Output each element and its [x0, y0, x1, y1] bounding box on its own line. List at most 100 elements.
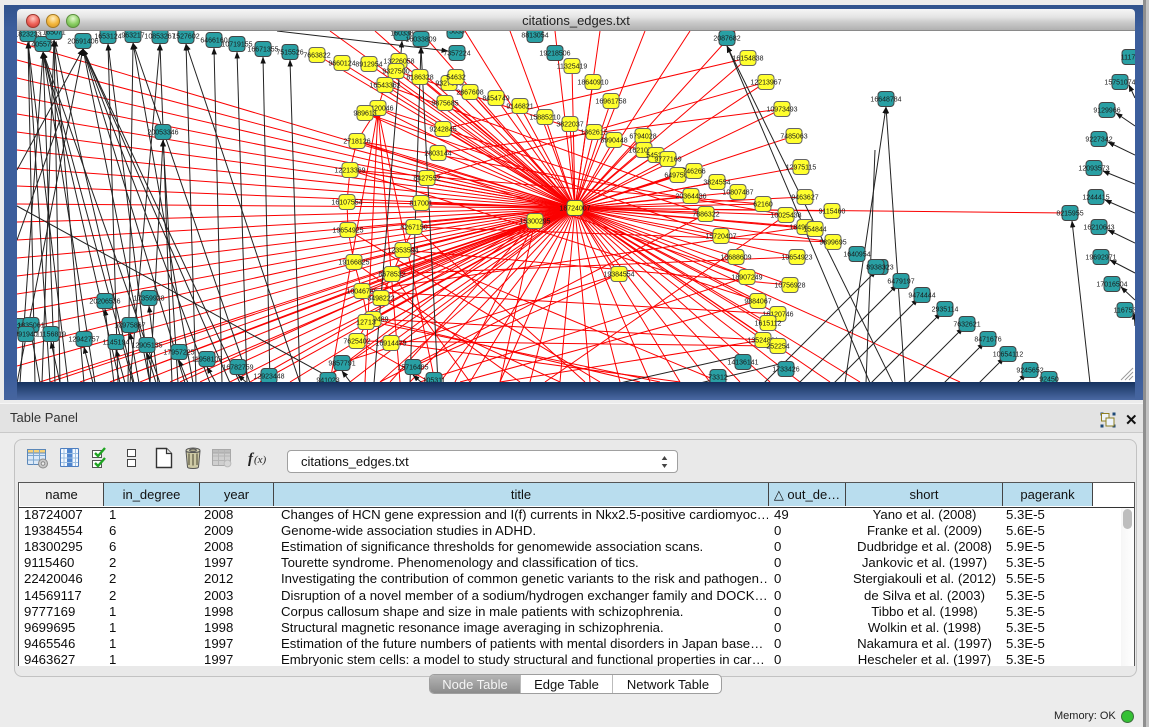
svg-text:8678532: 8678532	[378, 272, 405, 279]
svg-text:62160: 62160	[753, 202, 773, 209]
svg-text:10807487: 10807487	[722, 190, 753, 197]
svg-text:12713: 12713	[356, 320, 376, 327]
svg-text:16914479: 16914479	[375, 341, 406, 348]
svg-text:1244415: 1244415	[1082, 195, 1109, 202]
svg-text:8215955: 8215955	[1056, 211, 1083, 218]
svg-text:8186328: 8186328	[406, 75, 433, 82]
svg-text:10975867: 10975867	[114, 323, 145, 330]
svg-text:116753: 116753	[1114, 308, 1135, 315]
svg-text:10973493: 10973493	[766, 107, 797, 114]
svg-text:16961758: 16961758	[595, 99, 626, 106]
svg-text:19218506: 19218506	[539, 51, 570, 58]
svg-text:8912954: 8912954	[355, 62, 382, 69]
svg-text:54632: 54632	[446, 75, 466, 82]
svg-text:12975115: 12975115	[786, 165, 817, 172]
svg-text:10853267: 10853267	[144, 34, 175, 41]
svg-text:1527602: 1527602	[172, 34, 199, 41]
svg-text:9884067: 9884067	[744, 299, 771, 306]
svg-text:1733426: 1733426	[772, 367, 799, 374]
svg-text:17359928: 17359928	[133, 296, 164, 303]
svg-text:9245652: 9245652	[1016, 368, 1043, 375]
svg-text:7663822: 7663822	[303, 53, 330, 60]
svg-text:10756928: 10756928	[774, 283, 805, 290]
svg-text:9777169: 9777169	[654, 157, 681, 164]
svg-text:16154838: 16154838	[732, 56, 763, 63]
svg-text:16543362: 16543362	[369, 83, 400, 90]
svg-text:154844: 154844	[803, 227, 826, 234]
svg-text:2087682: 2087682	[713, 36, 740, 43]
svg-text:11156819: 11156819	[36, 332, 66, 339]
svg-text:12213369: 12213369	[334, 168, 365, 175]
svg-text:1615112: 1615112	[755, 321, 782, 328]
svg-text:165071: 165071	[42, 31, 65, 37]
svg-text:16033809: 16033809	[405, 37, 436, 44]
svg-text:7886322: 7886322	[692, 212, 719, 219]
svg-text:9129966: 9129966	[1093, 108, 1120, 115]
svg-text:8267150: 8267150	[400, 225, 427, 232]
svg-text:3822037: 3822037	[556, 122, 583, 129]
svg-text:1653124: 1653124	[94, 34, 121, 41]
svg-text:11173: 11173	[1121, 55, 1135, 62]
svg-text:20206536: 20206536	[89, 299, 120, 306]
svg-text:7485063: 7485063	[780, 134, 807, 141]
svg-text:(x): (x)	[254, 454, 267, 466]
svg-text:817001: 817001	[409, 201, 432, 208]
svg-text:6479197: 6479197	[887, 279, 914, 286]
svg-text:16782759: 16782759	[222, 365, 253, 372]
svg-text:8471676: 8471676	[974, 337, 1001, 344]
svg-text:6794028: 6794028	[629, 134, 656, 141]
svg-text:16671355: 16671355	[247, 47, 278, 54]
svg-text:391940: 391940	[17, 332, 38, 339]
svg-text:12353594: 12353594	[387, 248, 418, 255]
svg-text:9474444: 9474444	[908, 293, 935, 300]
svg-text:10688609: 10688609	[720, 255, 751, 262]
svg-text:12213967: 12213967	[750, 80, 781, 87]
svg-text:9857791: 9857791	[328, 361, 355, 368]
svg-text:16107554: 16107554	[331, 200, 362, 207]
svg-text:12942757: 12942757	[68, 337, 99, 344]
svg-text:7515526: 7515526	[276, 50, 303, 57]
svg-text:12093573: 12093573	[1078, 166, 1109, 173]
svg-text:15720407: 15720407	[705, 234, 736, 241]
svg-text:75633: 75633	[445, 31, 465, 36]
svg-text:10025438: 10025438	[770, 213, 801, 220]
svg-text:11325419: 11325419	[557, 64, 588, 71]
svg-text:15716485: 15716485	[397, 365, 428, 372]
svg-text:3824554: 3824554	[703, 180, 730, 187]
svg-text:19654925: 19654925	[332, 228, 363, 235]
svg-text:73312: 73312	[708, 375, 728, 382]
svg-text:9899695: 9899695	[819, 240, 846, 247]
svg-text:19384554: 19384554	[603, 272, 634, 279]
svg-text:14136141: 14136141	[727, 360, 758, 367]
svg-text:252254: 252254	[766, 344, 789, 351]
svg-text:16648784: 16648784	[870, 97, 901, 104]
svg-text:18640910: 18640910	[577, 80, 608, 87]
svg-text:8990448: 8990448	[600, 138, 627, 145]
svg-text:15885210: 15885210	[529, 115, 560, 122]
svg-text:746266: 746266	[682, 169, 705, 176]
svg-text:17957225: 17957225	[163, 350, 194, 357]
svg-text:7632621: 7632621	[953, 322, 980, 329]
svg-text:9242845: 9242845	[429, 127, 456, 134]
svg-text:17016504: 17016504	[1096, 282, 1127, 289]
svg-text:3498222: 3498222	[367, 296, 394, 303]
svg-text:1640954: 1640954	[843, 252, 870, 259]
svg-text:18724007: 18724007	[559, 206, 590, 213]
svg-text:8427552: 8427552	[413, 176, 440, 183]
svg-text:8454749: 8454749	[482, 96, 509, 103]
svg-text:2935114: 2935114	[932, 307, 959, 314]
svg-text:10654112: 10654112	[993, 352, 1024, 359]
svg-text:1145194: 1145194	[103, 340, 130, 347]
svg-text:8813054: 8813054	[521, 33, 548, 40]
svg-text:963217: 963217	[121, 33, 144, 40]
svg-text:1362615: 1362615	[580, 130, 607, 137]
svg-text:2803144: 2803144	[424, 151, 451, 158]
svg-text:20364436: 20364436	[675, 194, 706, 201]
svg-text:19166825: 19166825	[338, 260, 369, 267]
svg-text:14055721: 14055721	[27, 42, 58, 49]
svg-text:7357224: 7357224	[443, 51, 470, 58]
svg-text:2718126: 2718126	[343, 139, 370, 146]
svg-text:9115460: 9115460	[819, 209, 846, 216]
svg-text:20053346: 20053346	[147, 130, 178, 137]
svg-text:15300295: 15300295	[519, 219, 550, 226]
